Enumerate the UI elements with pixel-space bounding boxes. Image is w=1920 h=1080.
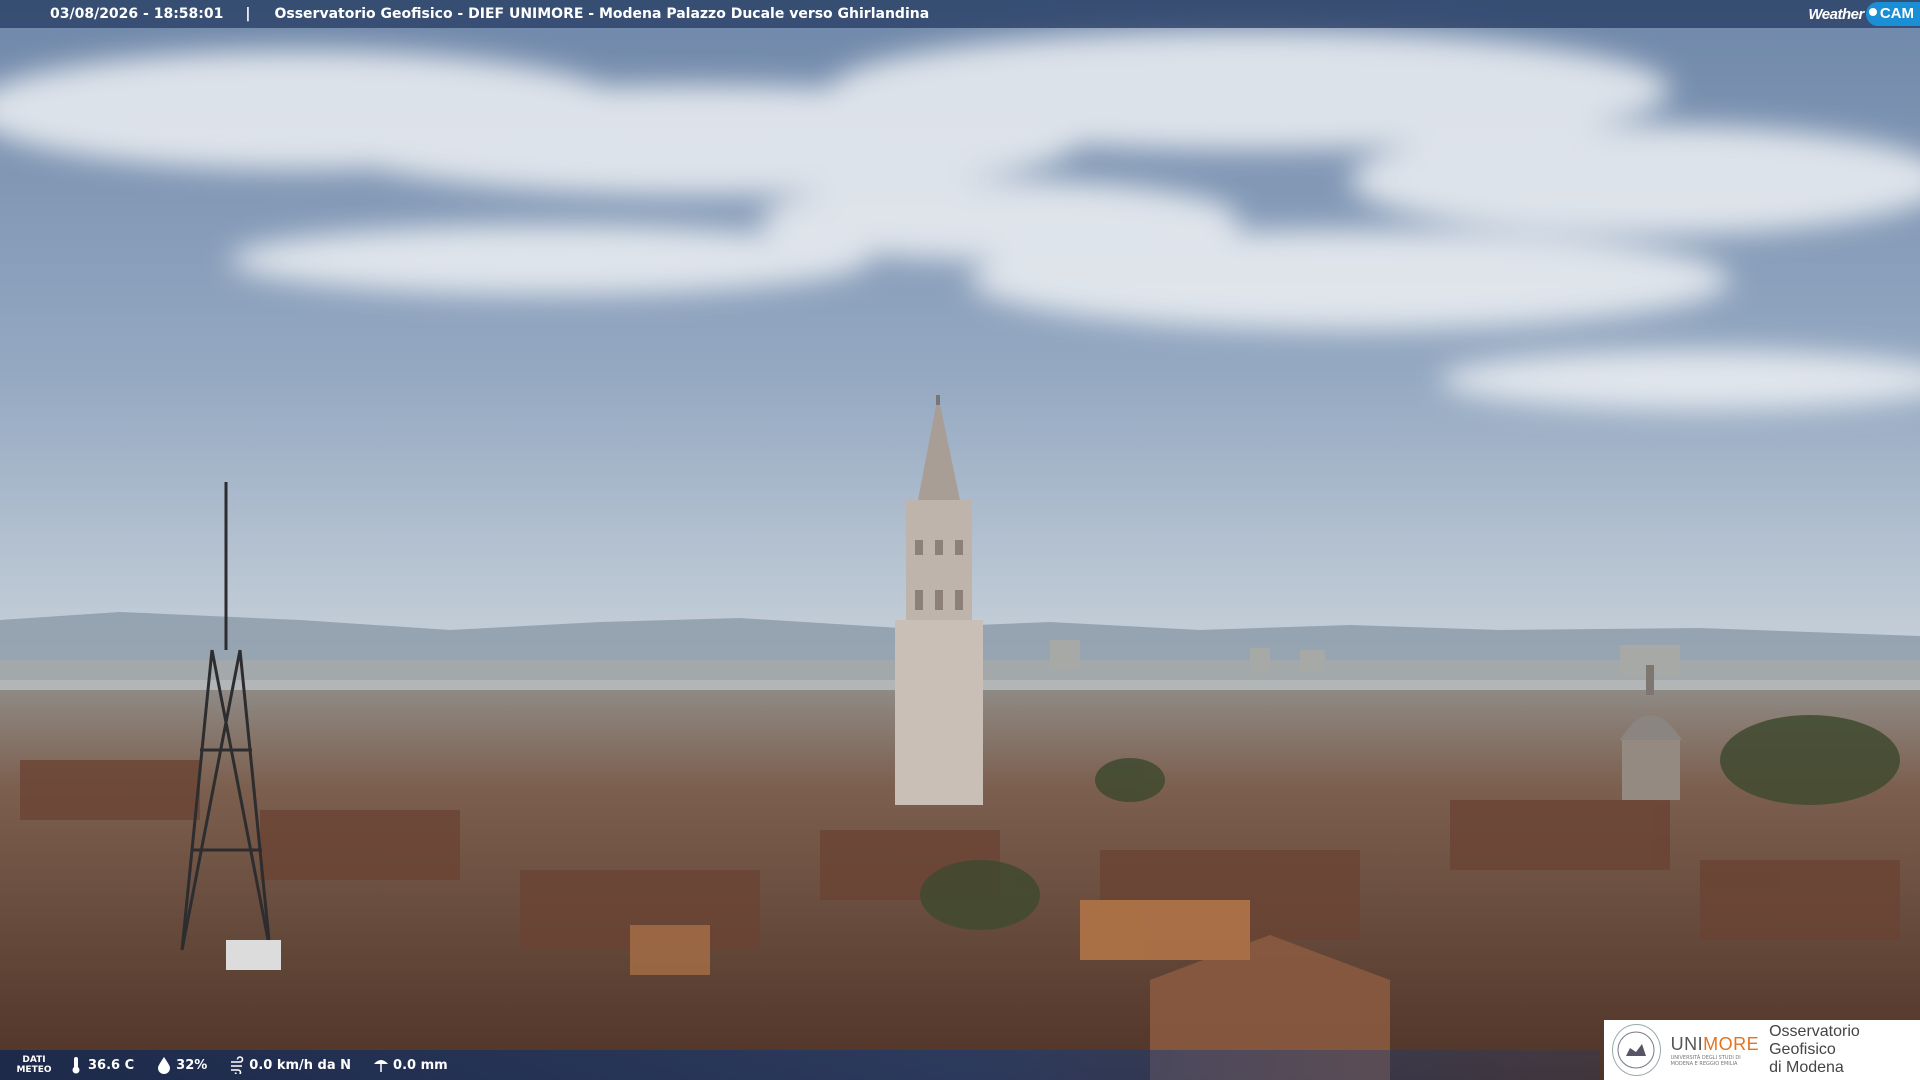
- unimore-brand-name: UNIMORE: [1671, 1034, 1760, 1055]
- meteo-label: DATI METEO: [0, 1055, 68, 1075]
- university-seal-icon: [1612, 1024, 1661, 1076]
- rain-gauge-icon: [374, 1060, 389, 1072]
- meteo-strip: DATI METEO 36.6 C 32% 0.0 km/h da N 0.0 …: [0, 1050, 1600, 1080]
- unimore-logo: UNIMORE UNIVERSITÀ DEGLI STUDI DI MODENA…: [1604, 1020, 1920, 1080]
- meteo-label-line1: DATI: [22, 1055, 46, 1065]
- camera-title: Osservatorio Geofisico - DIEF UNIMORE - …: [274, 6, 930, 22]
- humidity-reading: 32%: [156, 1056, 207, 1074]
- rain-reading: 0.0 mm: [373, 1056, 448, 1074]
- meteo-label-line2: METEO: [16, 1065, 52, 1075]
- thermometer-icon: [72, 1057, 80, 1074]
- caption-separator: |: [245, 6, 251, 22]
- observatory-line2: di Modena: [1769, 1059, 1844, 1076]
- observatory-line1: Osservatorio Geofisico: [1769, 1023, 1860, 1058]
- unimore-brand-sub: UNIVERSITÀ DEGLI STUDI DI MODENA E REGGI…: [1670, 1054, 1741, 1067]
- wind-value: 0.0 km/h da N: [249, 1057, 352, 1073]
- weathercam-logo-weather: Weather: [1808, 5, 1864, 23]
- weathercam-logo: Weather CAM: [1808, 0, 1920, 28]
- weathercam-logo-cam: CAM: [1865, 2, 1920, 26]
- wind-icon: [231, 1056, 244, 1074]
- rain-value: 0.0 mm: [393, 1057, 448, 1073]
- temperature-reading: 36.6 C: [68, 1056, 134, 1074]
- brand-uni: UNI: [1670, 1033, 1704, 1054]
- wind-reading: 0.0 km/h da N: [229, 1056, 351, 1074]
- temperature-value: 36.6 C: [88, 1057, 135, 1073]
- unimore-brand: UNIMORE UNIVERSITÀ DEGLI STUDI DI MODENA…: [1671, 1034, 1760, 1067]
- humidity-drop-icon: [158, 1057, 171, 1074]
- webcam-photo: [0, 0, 1920, 1080]
- humidity-value: 32%: [176, 1057, 208, 1073]
- caption-bar: 03/08/2026 - 18:58:01 | Osservatorio Geo…: [0, 0, 1920, 28]
- observatory-name: Osservatorio Geofisico di Modena: [1769, 1023, 1920, 1077]
- timestamp: 03/08/2026 - 18:58:01: [50, 6, 224, 22]
- brand-more: MORE: [1703, 1033, 1760, 1054]
